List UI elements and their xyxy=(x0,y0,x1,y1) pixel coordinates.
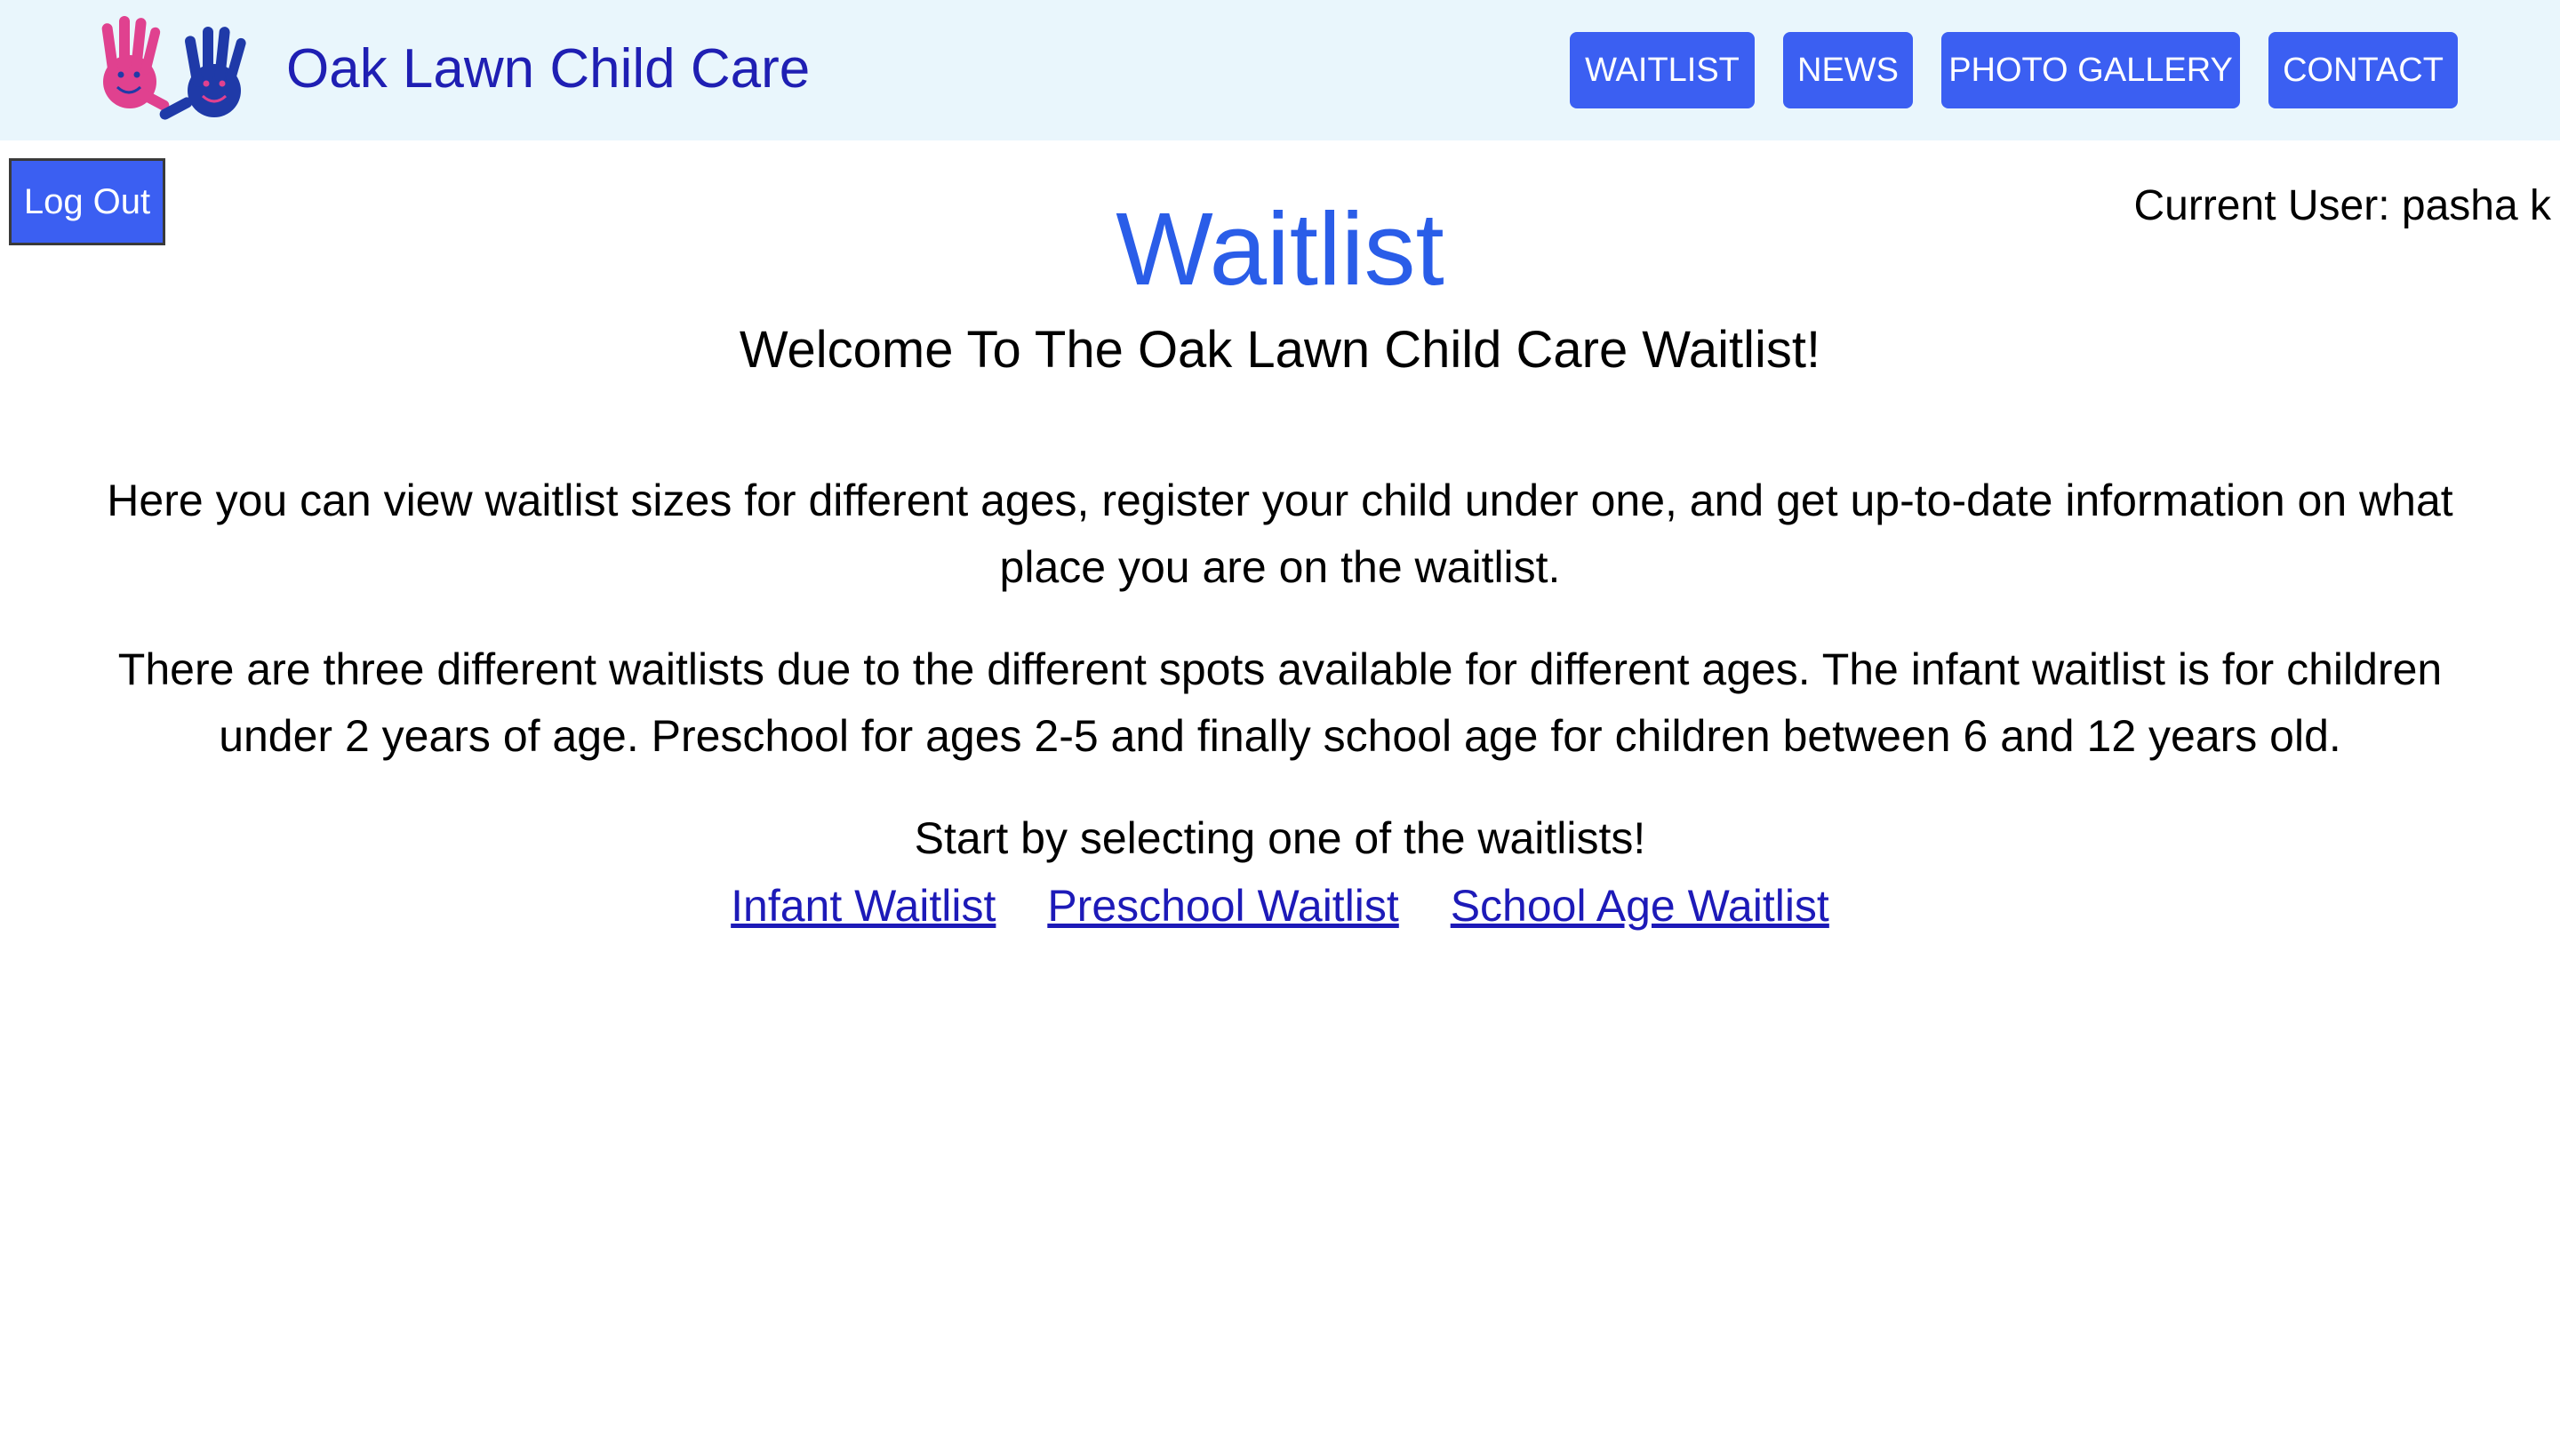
site-header: Oak Lawn Child Care WAITLIST NEWS PHOTO … xyxy=(0,0,2560,140)
infant-waitlist-link[interactable]: Infant Waitlist xyxy=(731,881,996,931)
intro-paragraph: Here you can view waitlist sizes for dif… xyxy=(107,476,2453,592)
site-brand-name[interactable]: Oak Lawn Child Care xyxy=(286,34,810,105)
waitlist-links: Infant Waitlist Preschool Waitlist Schoo… xyxy=(0,873,2560,940)
page-title: Waitlist xyxy=(1116,191,1444,307)
two-hands-logo-icon[interactable] xyxy=(85,12,260,126)
start-instruction: Start by selecting one of the waitlists! xyxy=(914,813,1646,863)
preschool-waitlist-link[interactable]: Preschool Waitlist xyxy=(1047,881,1398,931)
nav-contact-button[interactable]: CONTACT xyxy=(2268,32,2458,108)
nav-waitlist-button[interactable]: WAITLIST xyxy=(1570,32,1755,108)
nav-photo-gallery-button[interactable]: PHOTO GALLERY xyxy=(1941,32,2240,108)
welcome-heading: Welcome To The Oak Lawn Child Care Waitl… xyxy=(739,321,1821,379)
waitlist-types-paragraph: There are three different waitlists due … xyxy=(117,644,2443,761)
nav-news-button[interactable]: NEWS xyxy=(1783,32,1913,108)
school-age-waitlist-link[interactable]: School Age Waitlist xyxy=(1451,881,1829,931)
